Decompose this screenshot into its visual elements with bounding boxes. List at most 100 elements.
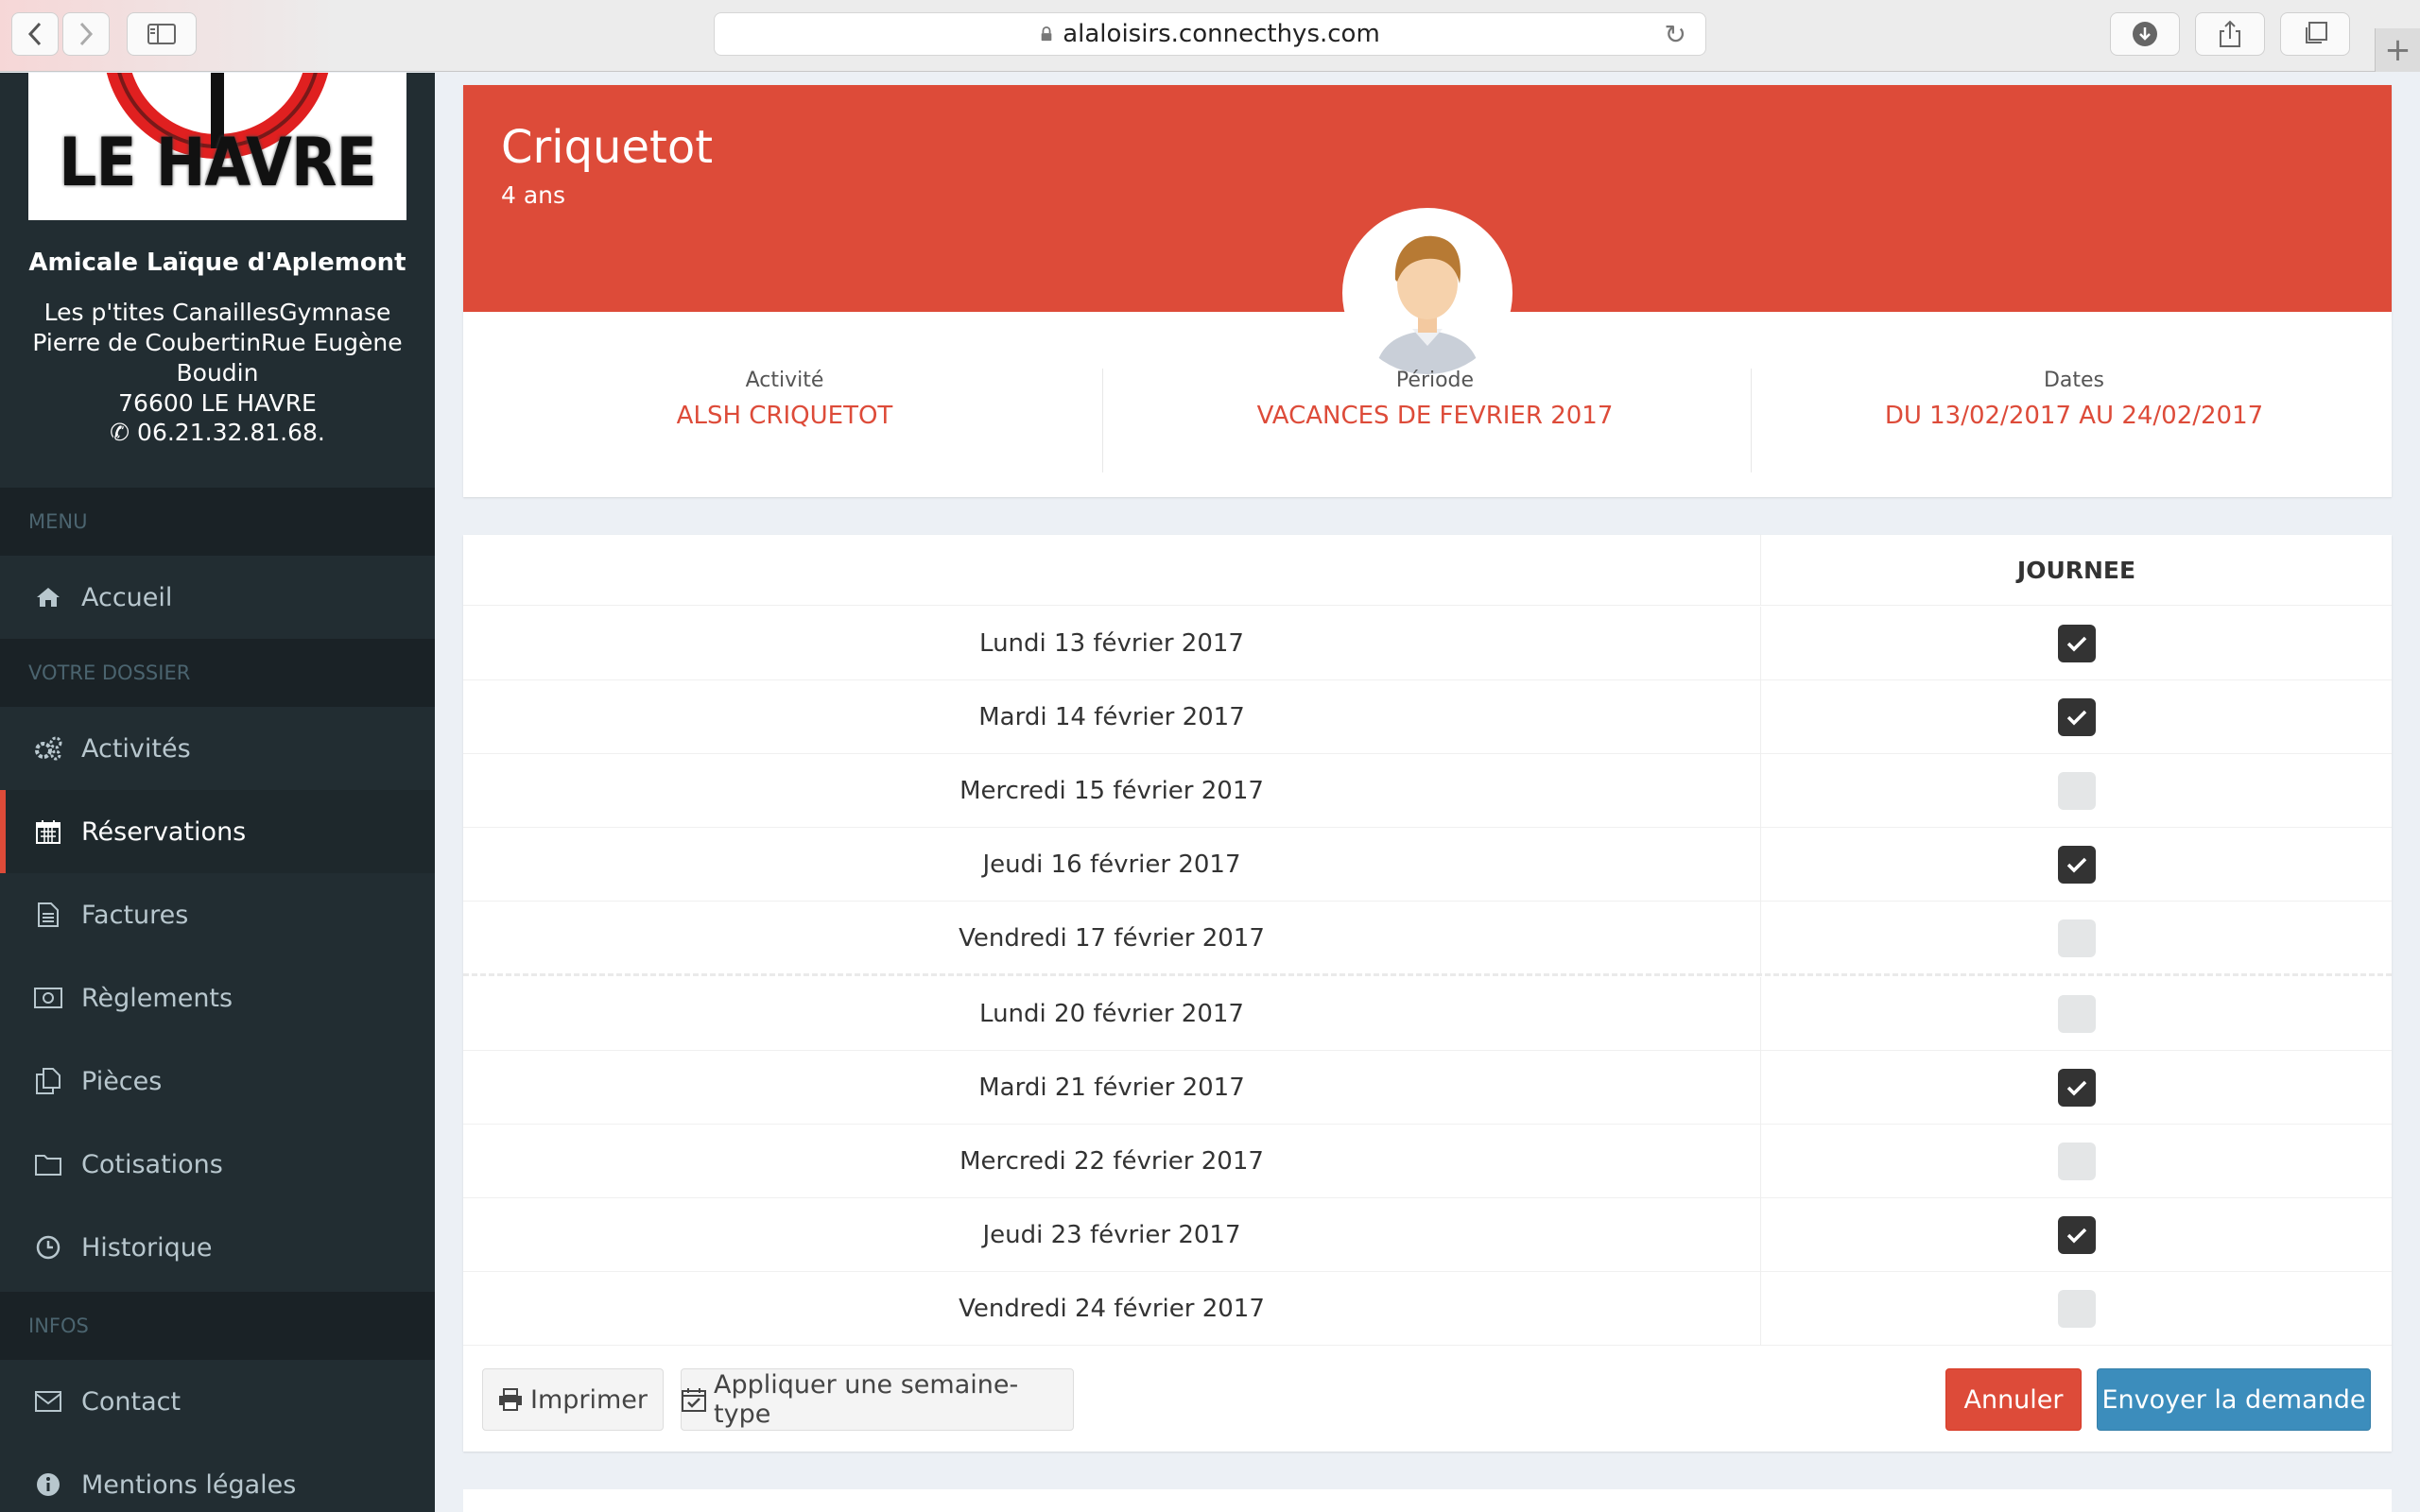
- row-date: Jeudi 23 février 2017: [982, 1221, 1241, 1249]
- sidebar-item-activites[interactable]: Activités: [0, 707, 435, 790]
- journee-cell: [1760, 902, 2392, 975]
- logo-text: LE HAVRE: [59, 124, 376, 201]
- clock-icon: [34, 1233, 62, 1262]
- row-date: Mercredi 15 février 2017: [959, 777, 1264, 805]
- cancel-button[interactable]: Annuler: [1945, 1368, 2082, 1431]
- journee-cell: [1760, 680, 2392, 754]
- document-icon: [34, 901, 62, 929]
- journee-checkbox[interactable]: [2057, 625, 2096, 662]
- table-row: Vendredi 17 février 2017: [463, 902, 2392, 975]
- week-separator: [463, 973, 2392, 976]
- journee-cell: [1760, 1051, 2392, 1125]
- back-button[interactable]: [11, 12, 59, 56]
- periode-label: Période: [1395, 369, 1475, 392]
- url-text: alaloisirs.connecthys.com: [1063, 20, 1380, 48]
- money-icon: [34, 984, 62, 1012]
- sidebar-item-accueil[interactable]: Accueil: [0, 556, 435, 639]
- tabs-overview-icon: [2306, 22, 2327, 43]
- row-date: Lundi 13 février 2017: [979, 629, 1244, 658]
- phone-icon: ✆: [110, 419, 130, 446]
- journee-checkbox[interactable]: [2057, 1069, 2096, 1107]
- tabs-button[interactable]: [2280, 12, 2350, 56]
- journee-checkbox[interactable]: [2057, 846, 2096, 884]
- downloads-button[interactable]: [2110, 12, 2180, 56]
- sidebar-item-contact[interactable]: Contact: [0, 1360, 435, 1443]
- journee-cell: [1760, 977, 2392, 1051]
- dossier-section-header: VOTRE DOSSIER: [0, 639, 435, 707]
- journee-checkbox[interactable]: [2057, 698, 2096, 736]
- calendar-icon: [34, 817, 62, 846]
- calendar-check-icon: [682, 1387, 706, 1412]
- journee-cell: [1760, 754, 2392, 828]
- print-button[interactable]: Imprimer: [482, 1368, 664, 1431]
- journee-checkbox[interactable]: [2057, 995, 2096, 1033]
- sidebar-item-mentions[interactable]: Mentions légales: [0, 1443, 435, 1512]
- logo[interactable]: LE HAVRE: [28, 73, 406, 220]
- avatar: [1342, 208, 1512, 378]
- home-icon: [34, 583, 62, 611]
- table-row: Mercredi 22 février 2017: [463, 1125, 2392, 1198]
- checkmark-icon: [2066, 636, 2086, 652]
- journee-cell: [1760, 1125, 2392, 1198]
- journee-cell: [1760, 1272, 2392, 1346]
- files-icon: [34, 1067, 62, 1095]
- sidebar-item-label: Réservations: [81, 816, 247, 847]
- activite-info: Activité ALSH CRIQUETOT: [463, 369, 1106, 430]
- row-date: Mardi 21 février 2017: [978, 1074, 1245, 1102]
- organization-address: Les p'tites CanaillesGymnase Pierre de C…: [28, 298, 406, 419]
- submit-request-button[interactable]: Envoyer la demande: [2097, 1368, 2371, 1431]
- journee-checkbox[interactable]: [2057, 1216, 2096, 1254]
- sidebar-item-label: Accueil: [81, 582, 173, 612]
- row-date: Mercredi 22 février 2017: [959, 1147, 1264, 1176]
- periode-info: Période VACANCES DE FEVRIER 2017: [1114, 369, 1756, 430]
- reload-icon[interactable]: ↻: [1665, 19, 1686, 50]
- table-header: JOURNEE: [463, 535, 2392, 606]
- sidebar-item-label: Historique: [81, 1232, 213, 1263]
- next-card: [463, 1489, 2392, 1512]
- reservation-table-card: JOURNEE Lundi 13 février 2017 Mardi 14 f…: [463, 535, 2392, 1452]
- journee-checkbox[interactable]: [2057, 1143, 2096, 1180]
- checkmark-icon: [2066, 857, 2086, 873]
- table-row: Jeudi 23 février 2017: [463, 1198, 2392, 1272]
- journee-checkbox[interactable]: [2057, 1290, 2096, 1328]
- table-row: Jeudi 16 février 2017: [463, 828, 2392, 902]
- checkmark-icon: [2066, 1228, 2086, 1244]
- sidebar-icon: [147, 24, 176, 44]
- dates-info: Dates DU 13/02/2017 AU 24/02/2017: [1753, 369, 2395, 430]
- checkmark-icon: [2066, 1080, 2086, 1096]
- sidebar-item-factures[interactable]: Factures: [0, 873, 435, 956]
- journee-checkbox[interactable]: [2057, 919, 2096, 957]
- sidebar-item-cotisations[interactable]: Cotisations: [0, 1123, 435, 1206]
- share-icon: [2220, 20, 2240, 47]
- child-profile-card: Criquetot 4 ans Activité ALSH CRIQUETOT …: [463, 85, 2392, 497]
- sidebar-toggle-button[interactable]: [127, 12, 197, 56]
- forward-button[interactable]: [62, 12, 110, 56]
- journee-column-header: JOURNEE: [1760, 535, 2392, 606]
- sidebar-item-label: Contact: [81, 1386, 182, 1417]
- journee-checkbox[interactable]: [2057, 772, 2096, 810]
- sidebar-item-reglements[interactable]: Règlements: [0, 956, 435, 1040]
- new-tab-button[interactable]: +: [2375, 28, 2420, 72]
- print-icon: [498, 1388, 523, 1411]
- lock-icon: [1041, 26, 1052, 42]
- address-bar[interactable]: alaloisirs.connecthys.com ↻: [714, 12, 1706, 56]
- table-row: Mardi 21 février 2017: [463, 1051, 2392, 1125]
- gears-icon: [34, 734, 62, 763]
- journee-cell: [1760, 828, 2392, 902]
- envelope-icon: [34, 1387, 62, 1416]
- sidebar-item-historique[interactable]: Historique: [0, 1206, 435, 1289]
- sidebar-item-pieces[interactable]: Pièces: [0, 1040, 435, 1123]
- row-date: Lundi 20 février 2017: [979, 1000, 1244, 1028]
- row-date: Vendredi 17 février 2017: [959, 924, 1265, 953]
- organization-phone: ✆ 06.21.32.81.68.: [0, 419, 435, 446]
- sidebar-item-reservations[interactable]: Réservations: [0, 790, 435, 873]
- dates-value: DU 13/02/2017 AU 24/02/2017: [1884, 402, 2264, 430]
- chevron-left-icon: [27, 22, 42, 46]
- periode-value: VACANCES DE FEVRIER 2017: [1256, 402, 1614, 430]
- row-date: Mardi 14 février 2017: [978, 703, 1245, 731]
- organization-name: Amicale Laïque d'Aplemont: [28, 249, 406, 277]
- apply-week-template-button[interactable]: Appliquer une semaine-type: [681, 1368, 1074, 1431]
- journee-cell: [1760, 607, 2392, 680]
- plus-icon: +: [2384, 31, 2411, 69]
- share-button[interactable]: [2195, 12, 2265, 56]
